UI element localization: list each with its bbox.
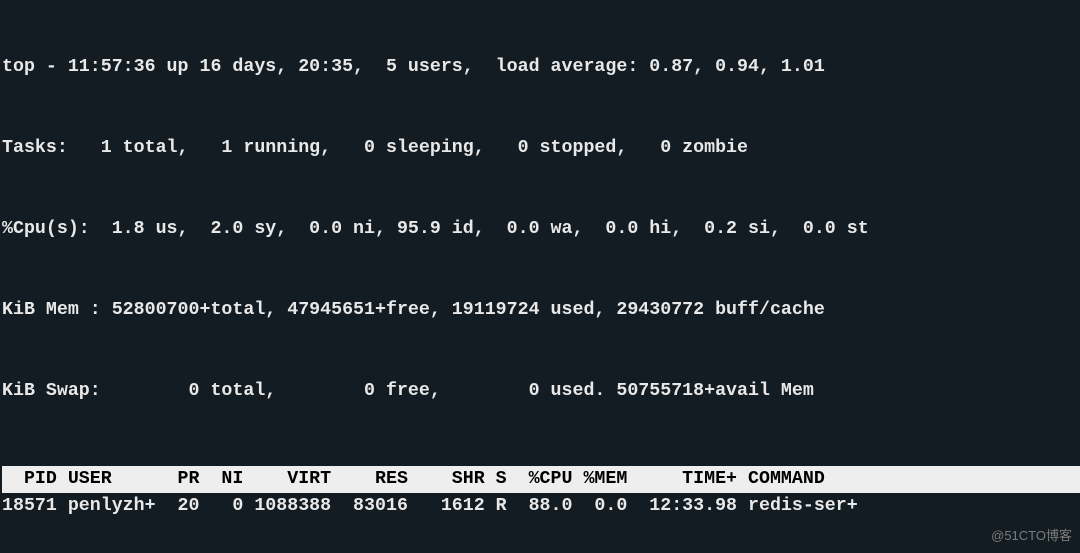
terminal-window[interactable]: top - 11:57:36 up 16 days, 20:35, 5 user…	[0, 0, 1080, 553]
separator	[2, 520, 1080, 553]
top-process-header: PID USER PR NI VIRT RES SHR S %CPU %MEM …	[2, 466, 1080, 493]
top-line5: KiB Swap: 0 total, 0 free, 0 used. 50755…	[2, 378, 1080, 405]
top-line1: top - 11:57:36 up 16 days, 20:35, 5 user…	[2, 54, 1080, 81]
top-line2: Tasks: 1 total, 1 running, 0 sleeping, 0…	[2, 135, 1080, 162]
top-line4: KiB Mem : 52800700+total, 47945651+free,…	[2, 297, 1080, 324]
top-process-row: 18571 penlyzh+ 20 0 1088388 83016 1612 R…	[2, 493, 1080, 520]
top-line3: %Cpu(s): 1.8 us, 2.0 sy, 0.0 ni, 95.9 id…	[2, 216, 1080, 243]
watermark: @51CTO博客	[991, 522, 1072, 549]
top-summary: top - 11:57:36 up 16 days, 20:35, 5 user…	[2, 0, 1080, 459]
